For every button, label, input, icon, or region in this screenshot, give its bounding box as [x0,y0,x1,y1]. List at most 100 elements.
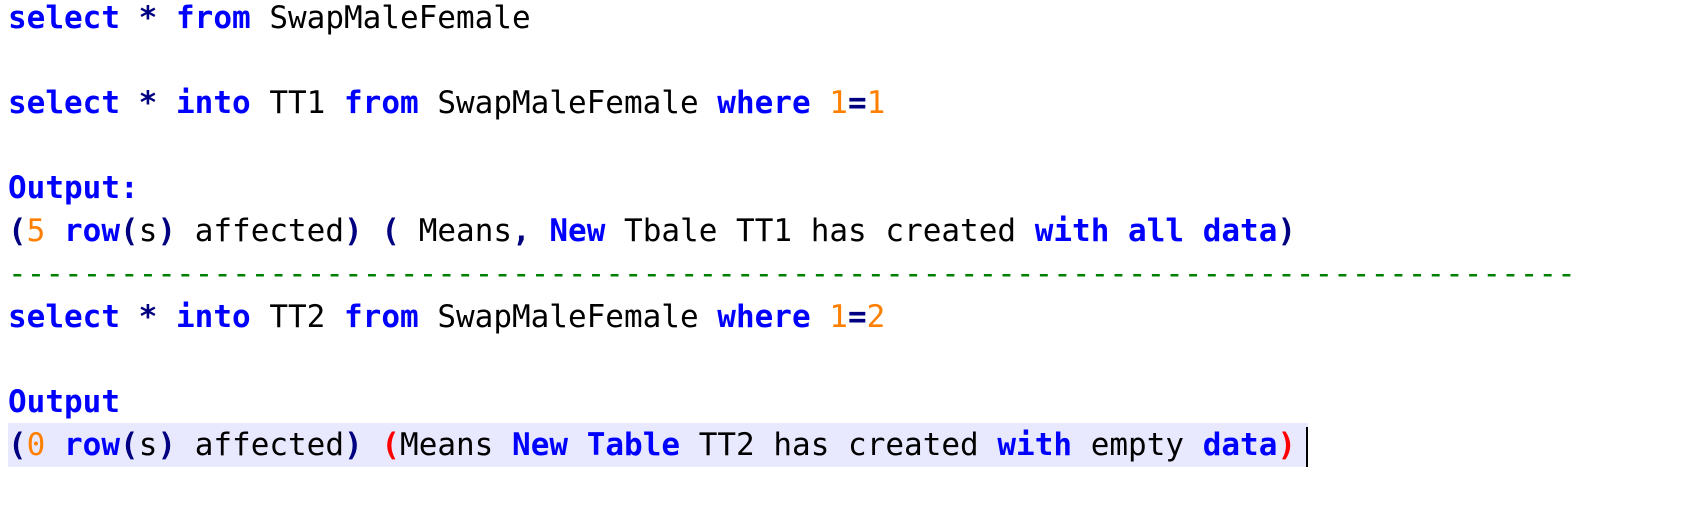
identifier-token: affected [194,213,345,249]
identifier-token: TT1 [736,213,793,249]
keyword-token: with [1034,213,1110,249]
code-line-8[interactable]: (0 row(s) affected) (Means New Table TT2… [8,423,1309,467]
keyword-token: from [344,299,419,335]
operator-token: = [847,85,867,121]
keyword-token: data [1202,213,1278,249]
number-token: 1 [829,85,848,121]
operator-token: ) [344,427,363,463]
bracket-match-token: ) [1277,427,1297,463]
keyword-token: select [8,299,120,335]
code-line-6[interactable]: select * into TT2 from SwapMaleFemale wh… [8,295,885,339]
code-line-2[interactable]: select * into TT1 from SwapMaleFemale wh… [8,81,885,125]
identifier-token: TT2 [698,427,755,463]
keyword-token: New [549,213,606,249]
keyword-token: into [176,299,251,335]
operator-token: * [138,299,158,335]
identifier-token: s [138,213,158,249]
keyword-token: select [8,85,120,121]
number-token: 1 [866,85,886,121]
keyword-token: Output [8,384,120,420]
identifier-token: created [848,427,979,463]
identifier-token: empty [1090,427,1185,463]
code-editor[interactable]: select * from SwapMaleFemale select * in… [0,0,1689,519]
code-line-4[interactable]: (5 row(s) affected) ( Means, New Tbale T… [8,209,1296,253]
identifier-token: s [138,427,158,463]
code-line-3[interactable]: Output: [8,166,139,210]
operator-token: , [512,213,531,249]
keyword-token: Table [586,427,681,463]
operator-token: ( [120,427,139,463]
number-token: 2 [866,299,886,335]
operator-token: * [138,85,158,121]
keyword-token: row [64,427,121,463]
number-token: 1 [829,299,848,335]
identifier-token: SwapMaleFemale [269,0,531,36]
keyword-token: where [717,85,811,121]
identifier-token: SwapMaleFemale [437,85,699,121]
identifier-token: Means [418,213,513,249]
identifier-token: created [885,213,1017,249]
keyword-token: row [64,213,121,249]
keyword-token: Output: [8,170,139,206]
text-cursor [1306,426,1309,467]
operator-token: * [138,0,158,36]
operator-token: ) [1277,213,1297,249]
identifier-token: Means [400,427,494,463]
identifier-token: SwapMaleFemale [437,299,699,335]
operator-token: ( [8,213,27,249]
code-line-5[interactable]: ----------------------------------------… [8,252,1576,296]
identifier-token: Tbale [624,213,718,249]
keyword-token: New [512,427,569,463]
operator-token: ( [381,213,401,249]
operator-token: ( [120,213,139,249]
identifier-token: has [773,427,830,463]
operator-token: ) [157,427,177,463]
identifier-token: has [810,213,867,249]
code-line-1[interactable]: select * from SwapMaleFemale [8,0,531,40]
keyword-token: with [997,427,1073,463]
keyword-token: where [717,299,811,335]
keyword-token: data [1202,427,1278,463]
operator-token: ) [344,213,363,249]
operator-token: = [847,299,867,335]
number-token: 0 [26,427,46,463]
code-line-7[interactable]: Output [8,380,120,424]
